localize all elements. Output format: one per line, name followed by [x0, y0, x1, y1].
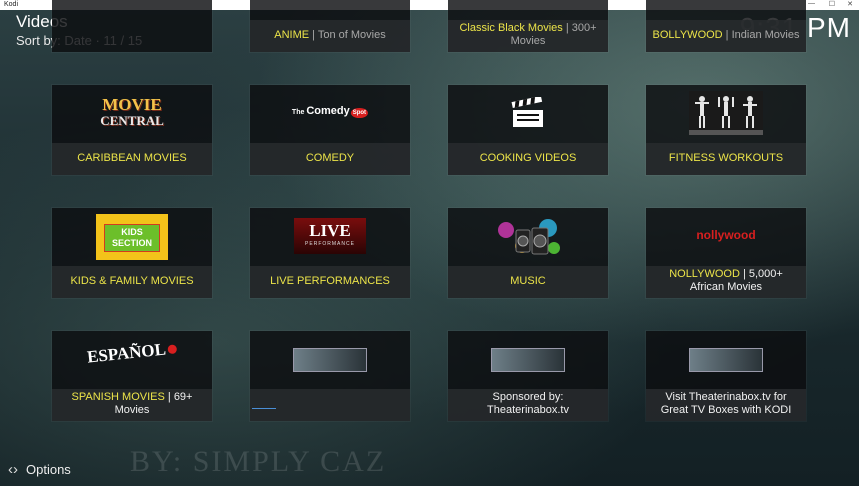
tile-label: ANIME | Ton of Movies: [274, 29, 386, 41]
minimize-icon[interactable]: —: [808, 0, 815, 7]
tile-label: KIDS & FAMILY MOVIES: [70, 275, 194, 287]
tile-label: Visit Theaterinabox.tv for Great TV Boxes…: [660, 391, 792, 416]
comedy-spot-logo: The Comedy Spot: [291, 105, 369, 118]
espanol-logo: ESPAÑOL: [86, 338, 178, 367]
tile-caribbean-movies[interactable]: MOVIE CENTRAL CARIBBEAN MOVIES: [52, 85, 212, 175]
tile-label: MUSIC: [510, 275, 546, 287]
tile-label: COMEDY: [305, 152, 355, 164]
tv-box-image: [689, 348, 763, 372]
window-title: Kodi: [4, 1, 19, 8]
options-button[interactable]: ‹› Options: [8, 461, 71, 478]
close-icon[interactable]: ✕: [847, 0, 853, 8]
movie-central-logo: MOVIE CENTRAL: [100, 95, 164, 128]
tv-box-image: [491, 348, 565, 372]
options-label: Options: [26, 462, 71, 478]
tile-theaterinabox-1[interactable]: [250, 331, 410, 421]
tile-label: FITNESS WORKOUTS: [668, 152, 784, 164]
tile-label: Sponsored by: Theaterinabox.tv: [487, 391, 569, 416]
tile-label: LIVE PERFORMANCES: [270, 275, 390, 287]
tile-anime[interactable]: ANIME | Ton of Movies: [250, 0, 410, 52]
tile-comedy[interactable]: The Comedy Spot COMEDY: [250, 85, 410, 175]
tile-band: [250, 389, 410, 421]
clapperboard-icon: [511, 97, 543, 127]
progress-line: [252, 408, 276, 409]
tile-kids-family-movies[interactable]: KIDS SECTION KIDS & FAMILY MOVIES: [52, 208, 212, 298]
tile-label: NOLLYWOOD | 5,000+ African Movies: [669, 268, 783, 293]
tile-bollywood[interactable]: BOLLYWOOD | Indian Movies: [646, 0, 806, 52]
tile-label: SPANISH MOVIES | 69+ Movies: [71, 391, 193, 416]
tv-box-image: [293, 348, 367, 372]
tile-spanish-movies[interactable]: ESPAÑOL SPANISH MOVIES | 69+ Movies: [52, 331, 212, 421]
tile-cooking-videos[interactable]: COOKING VIDEOS: [448, 85, 608, 175]
live-performance-logo: LIVE PERFORMANCE: [294, 218, 366, 254]
tile-label: Classic Black Movies | 300+ Movies: [459, 22, 597, 47]
fitness-figures-icon: [689, 91, 763, 135]
tile-label: BOLLYWOOD | Indian Movies: [652, 29, 800, 41]
tile-fitness-workouts[interactable]: FITNESS WORKOUTS: [646, 85, 806, 175]
nollywood-logo: nollywood: [696, 228, 756, 242]
tile-classic-black-movies[interactable]: Classic Black Movies | 300+ Movies: [448, 0, 608, 52]
options-arrows-icon: ‹›: [8, 461, 18, 479]
tile-visit-theaterinabox[interactable]: Visit Theaterinabox.tv for Great TV Boxes…: [646, 331, 806, 421]
kids-section-logo: KIDS SECTION: [96, 214, 168, 260]
tile-label: CARIBBEAN MOVIES: [77, 152, 187, 164]
maximize-icon[interactable]: ☐: [829, 0, 835, 8]
tile-music[interactable]: MUSIC: [448, 208, 608, 298]
tile-label: COOKING VIDEOS: [479, 152, 577, 164]
tile-live-performances[interactable]: LIVE PERFORMANCE LIVE PERFORMANCES: [250, 208, 410, 298]
tile-partial[interactable]: [52, 0, 212, 52]
music-speakers-icon: [498, 219, 560, 255]
tile-nollywood[interactable]: nollywood NOLLYWOOD | 5,000+ African Mov…: [646, 208, 806, 298]
tile-sponsored[interactable]: Sponsored by: Theaterinabox.tv: [448, 331, 608, 421]
background-watermark: BY: SIMPLY CAZ: [130, 445, 387, 478]
